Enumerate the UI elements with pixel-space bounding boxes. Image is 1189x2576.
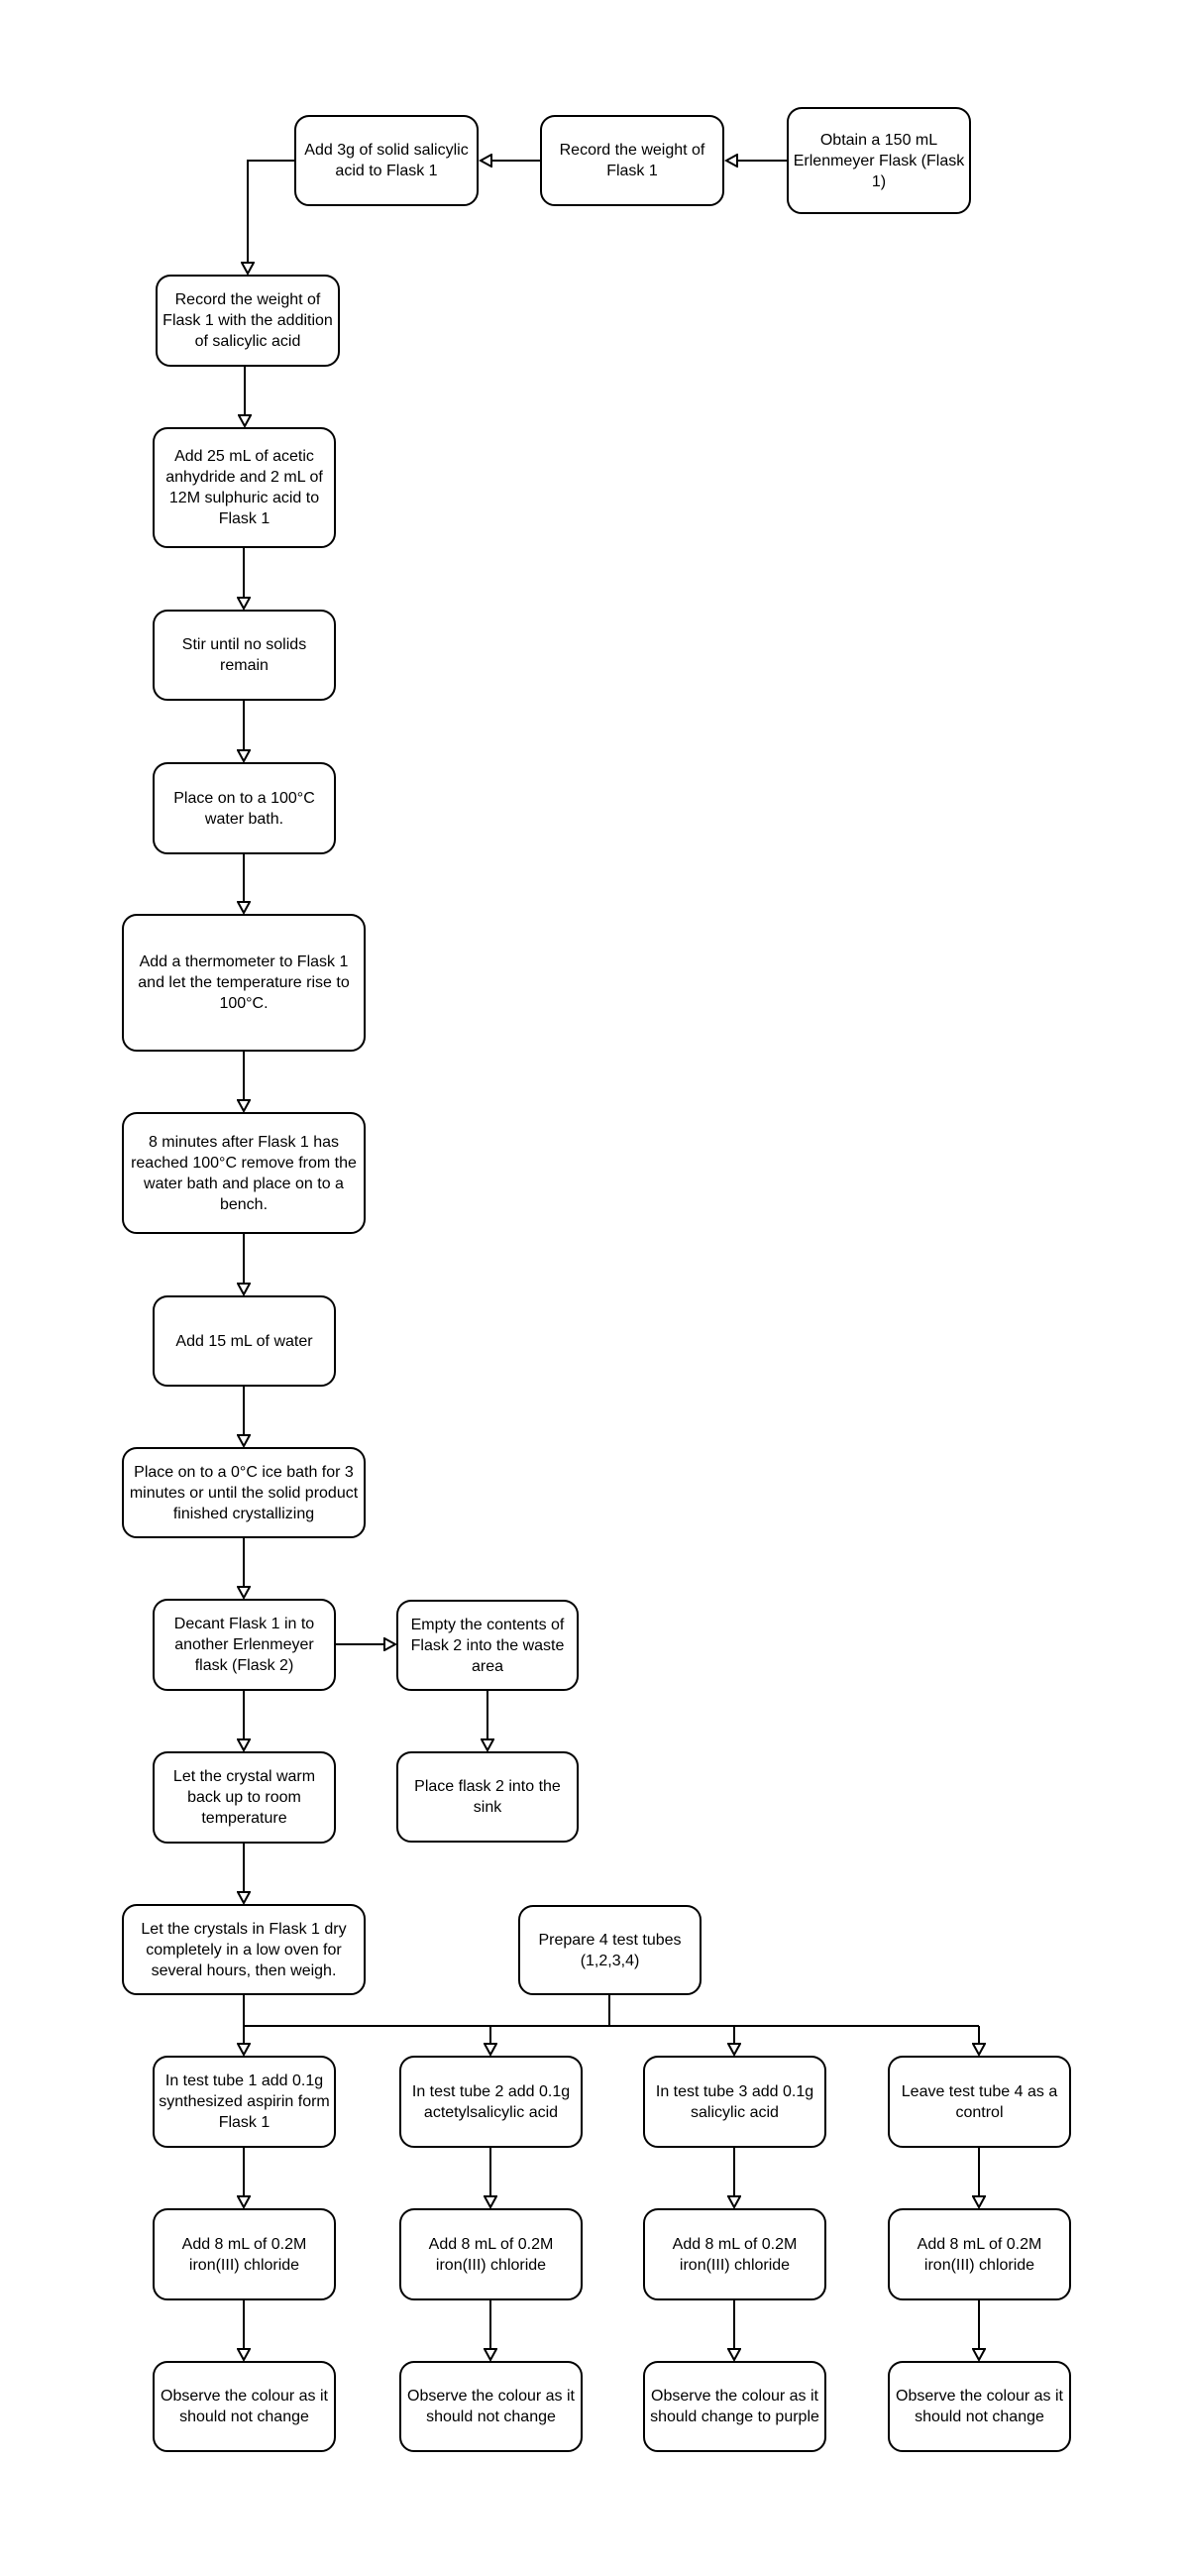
connector-layer bbox=[0, 0, 1189, 2576]
node-sink: Place flask 2 into the sink bbox=[396, 1751, 579, 1843]
node-tube4-observe: Observe the colour as it should not chan… bbox=[888, 2361, 1071, 2452]
node-empty-waste: Empty the contents of Flask 2 into the w… bbox=[396, 1600, 579, 1691]
flowchart: Obtain a 150 mL Erlenmeyer Flask (Flask … bbox=[0, 0, 1189, 2576]
node-tube3-add: In test tube 3 add 0.1g salicylic acid bbox=[643, 2056, 826, 2148]
node-obtain-flask: Obtain a 150 mL Erlenmeyer Flask (Flask … bbox=[787, 107, 971, 214]
node-dry-weigh: Let the crystals in Flask 1 dry complete… bbox=[122, 1904, 366, 1995]
node-warm-room: Let the crystal warm back up to room tem… bbox=[153, 1751, 336, 1844]
node-add-acetic: Add 25 mL of acetic anhydride and 2 mL o… bbox=[153, 427, 336, 548]
node-water-bath: Place on to a 100°C water bath. bbox=[153, 762, 336, 854]
node-prepare-tubes: Prepare 4 test tubes (1,2,3,4) bbox=[518, 1905, 702, 1995]
edge-add-salicylic-to-record-salicylic bbox=[248, 160, 294, 274]
node-tube3-observe: Observe the colour as it should change t… bbox=[643, 2361, 826, 2452]
node-decant: Decant Flask 1 in to another Erlenmeyer … bbox=[153, 1599, 336, 1691]
node-tube3-fecl3: Add 8 mL of 0.2M iron(III) chloride bbox=[643, 2208, 826, 2300]
node-tube2-observe: Observe the colour as it should not chan… bbox=[399, 2361, 583, 2452]
node-tube4-fecl3: Add 8 mL of 0.2M iron(III) chloride bbox=[888, 2208, 1071, 2300]
node-add-salicylic: Add 3g of solid salicylic acid to Flask … bbox=[294, 115, 479, 206]
node-tube2-add: In test tube 2 add 0.1g actetylsalicylic… bbox=[399, 2056, 583, 2148]
node-thermometer: Add a thermometer to Flask 1 and let the… bbox=[122, 914, 366, 1052]
node-tube1-add: In test tube 1 add 0.1g synthesized aspi… bbox=[153, 2056, 336, 2148]
node-tube2-fecl3: Add 8 mL of 0.2M iron(III) chloride bbox=[399, 2208, 583, 2300]
node-add-water: Add 15 mL of water bbox=[153, 1295, 336, 1387]
node-stir: Stir until no solids remain bbox=[153, 610, 336, 701]
node-tube1-observe: Observe the colour as it should not chan… bbox=[153, 2361, 336, 2452]
node-record-weight-salicylic: Record the weight of Flask 1 with the ad… bbox=[156, 275, 340, 367]
node-record-weight: Record the weight of Flask 1 bbox=[540, 115, 724, 206]
node-tube1-fecl3: Add 8 mL of 0.2M iron(III) chloride bbox=[153, 2208, 336, 2300]
node-ice-bath: Place on to a 0°C ice bath for 3 minutes… bbox=[122, 1447, 366, 1538]
node-remove-bench: 8 minutes after Flask 1 has reached 100°… bbox=[122, 1112, 366, 1234]
node-tube4-control: Leave test tube 4 as a control bbox=[888, 2056, 1071, 2148]
